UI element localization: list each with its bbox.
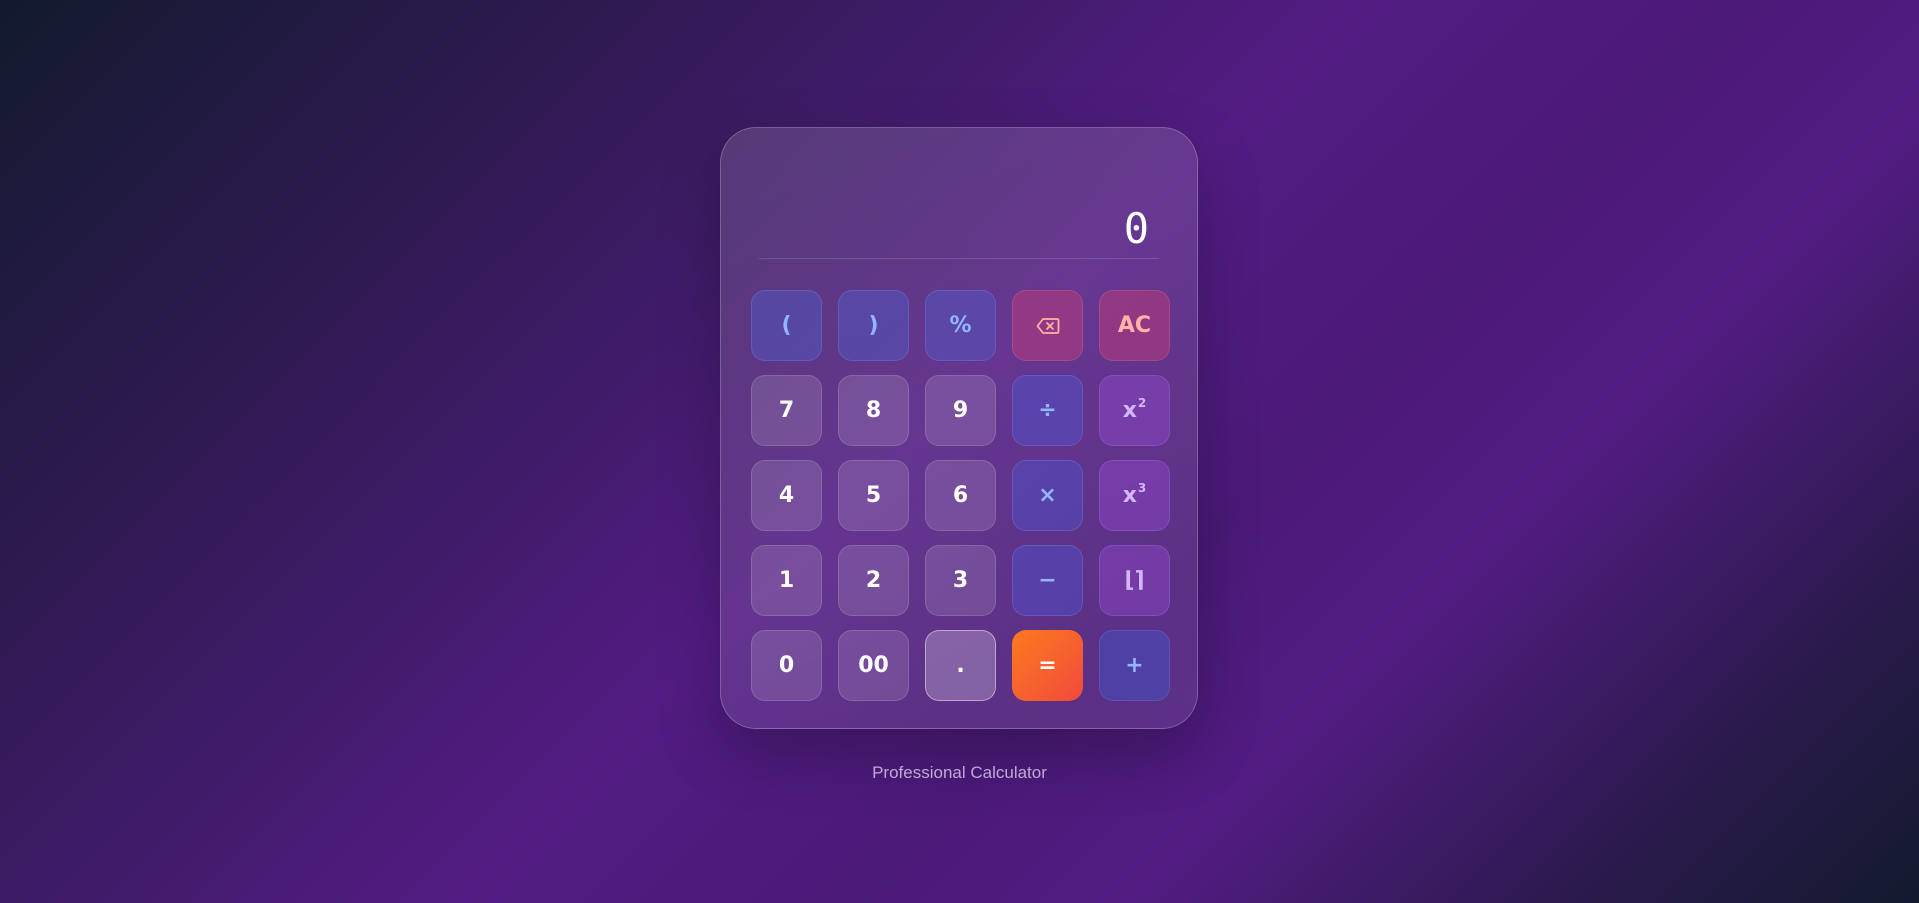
floor-button[interactable]: ⌊⌉ — [1099, 545, 1170, 616]
square-button[interactable]: x2 — [1099, 375, 1170, 446]
minus-button[interactable]: − — [1012, 545, 1083, 616]
digit-4-button[interactable]: 4 — [751, 460, 822, 531]
double-zero-button[interactable]: 00 — [838, 630, 909, 701]
digit-1-button[interactable]: 1 — [751, 545, 822, 616]
close-paren-button[interactable]: ) — [838, 290, 909, 361]
digit-3-button[interactable]: 3 — [925, 545, 996, 616]
calculator: 0 ( ) % AC 7 8 9 ÷ x2 4 5 6 × x3 1 2 3 −… — [720, 127, 1198, 729]
cube-base: x — [1122, 483, 1137, 508]
backspace-icon — [1036, 317, 1059, 334]
plus-button[interactable]: + — [1099, 630, 1170, 701]
digit-7-button[interactable]: 7 — [751, 375, 822, 446]
cube-button[interactable]: x3 — [1099, 460, 1170, 531]
digit-6-button[interactable]: 6 — [925, 460, 996, 531]
digit-8-button[interactable]: 8 — [838, 375, 909, 446]
backspace-button[interactable] — [1012, 290, 1083, 361]
display-value: 0 — [1123, 204, 1149, 253]
equals-button[interactable]: = — [1012, 630, 1083, 701]
divide-button[interactable]: ÷ — [1012, 375, 1083, 446]
square-base: x — [1122, 398, 1137, 423]
keypad: ( ) % AC 7 8 9 ÷ x2 4 5 6 × x3 1 2 3 − ⌊… — [751, 290, 1170, 701]
decimal-button[interactable]: . — [925, 630, 996, 701]
clear-button[interactable]: AC — [1099, 290, 1170, 361]
cube-exponent: 3 — [1137, 480, 1147, 495]
percent-button[interactable]: % — [925, 290, 996, 361]
display: 0 — [759, 158, 1159, 259]
digit-0-button[interactable]: 0 — [751, 630, 822, 701]
caption: Professional Calculator — [872, 763, 1047, 782]
square-exponent: 2 — [1137, 395, 1147, 410]
digit-5-button[interactable]: 5 — [838, 460, 909, 531]
digit-9-button[interactable]: 9 — [925, 375, 996, 446]
multiply-button[interactable]: × — [1012, 460, 1083, 531]
open-paren-button[interactable]: ( — [751, 290, 822, 361]
digit-2-button[interactable]: 2 — [838, 545, 909, 616]
